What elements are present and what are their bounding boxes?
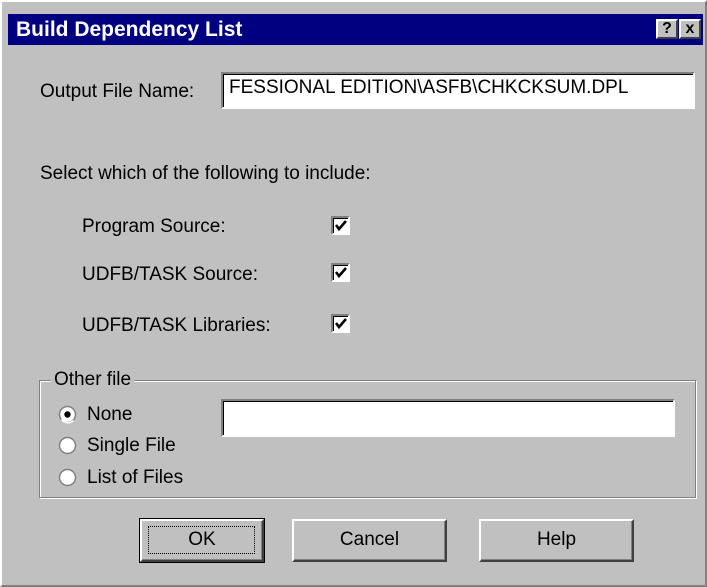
radio-single-file-label: Single File <box>87 435 176 456</box>
radio-single-file[interactable] <box>58 436 77 455</box>
radio-none-label: None <box>87 404 133 425</box>
dialog-window: Build Dependency List ? x Output File Na… <box>0 0 707 587</box>
checkmark-icon <box>334 267 347 279</box>
include-prompt: Select which of the following to include… <box>40 163 371 184</box>
checkmark-icon <box>334 318 347 330</box>
radio-list-of-files-label: List of Files <box>87 467 184 488</box>
ok-button[interactable]: OK <box>139 518 265 563</box>
udfb-task-source-label: UDFB/TASK Source: <box>82 264 258 285</box>
program-source-checkbox[interactable] <box>331 216 350 235</box>
udfb-task-source-checkbox[interactable] <box>331 263 350 282</box>
checkmark-icon <box>334 220 347 232</box>
other-file-legend: Other file <box>51 369 135 391</box>
help-button[interactable]: Help <box>479 519 634 562</box>
dialog-title: Build Dependency List <box>16 18 243 41</box>
title-bar[interactable]: Build Dependency List ? x <box>8 14 703 45</box>
focus-indicator <box>148 526 255 554</box>
close-title-button[interactable]: x <box>679 19 701 39</box>
help-title-button[interactable]: ? <box>656 19 678 39</box>
other-file-path-input[interactable] <box>221 399 675 437</box>
udfb-task-libraries-label: UDFB/TASK Libraries: <box>82 315 271 336</box>
cancel-button-label: Cancel <box>339 529 400 550</box>
radio-none[interactable] <box>58 405 77 424</box>
close-icon: x <box>685 20 695 37</box>
output-file-input[interactable]: FESSIONAL EDITION\ASFB\CHKCKSUM.DPL <box>221 72 695 109</box>
output-file-label: Output File Name: <box>40 81 195 102</box>
radio-list-of-files[interactable] <box>58 468 77 487</box>
program-source-label: Program Source: <box>82 216 226 237</box>
question-mark-icon: ? <box>662 20 672 37</box>
udfb-task-libraries-checkbox[interactable] <box>331 314 350 333</box>
help-button-label: Help <box>536 529 577 550</box>
cancel-button[interactable]: Cancel <box>292 519 447 562</box>
